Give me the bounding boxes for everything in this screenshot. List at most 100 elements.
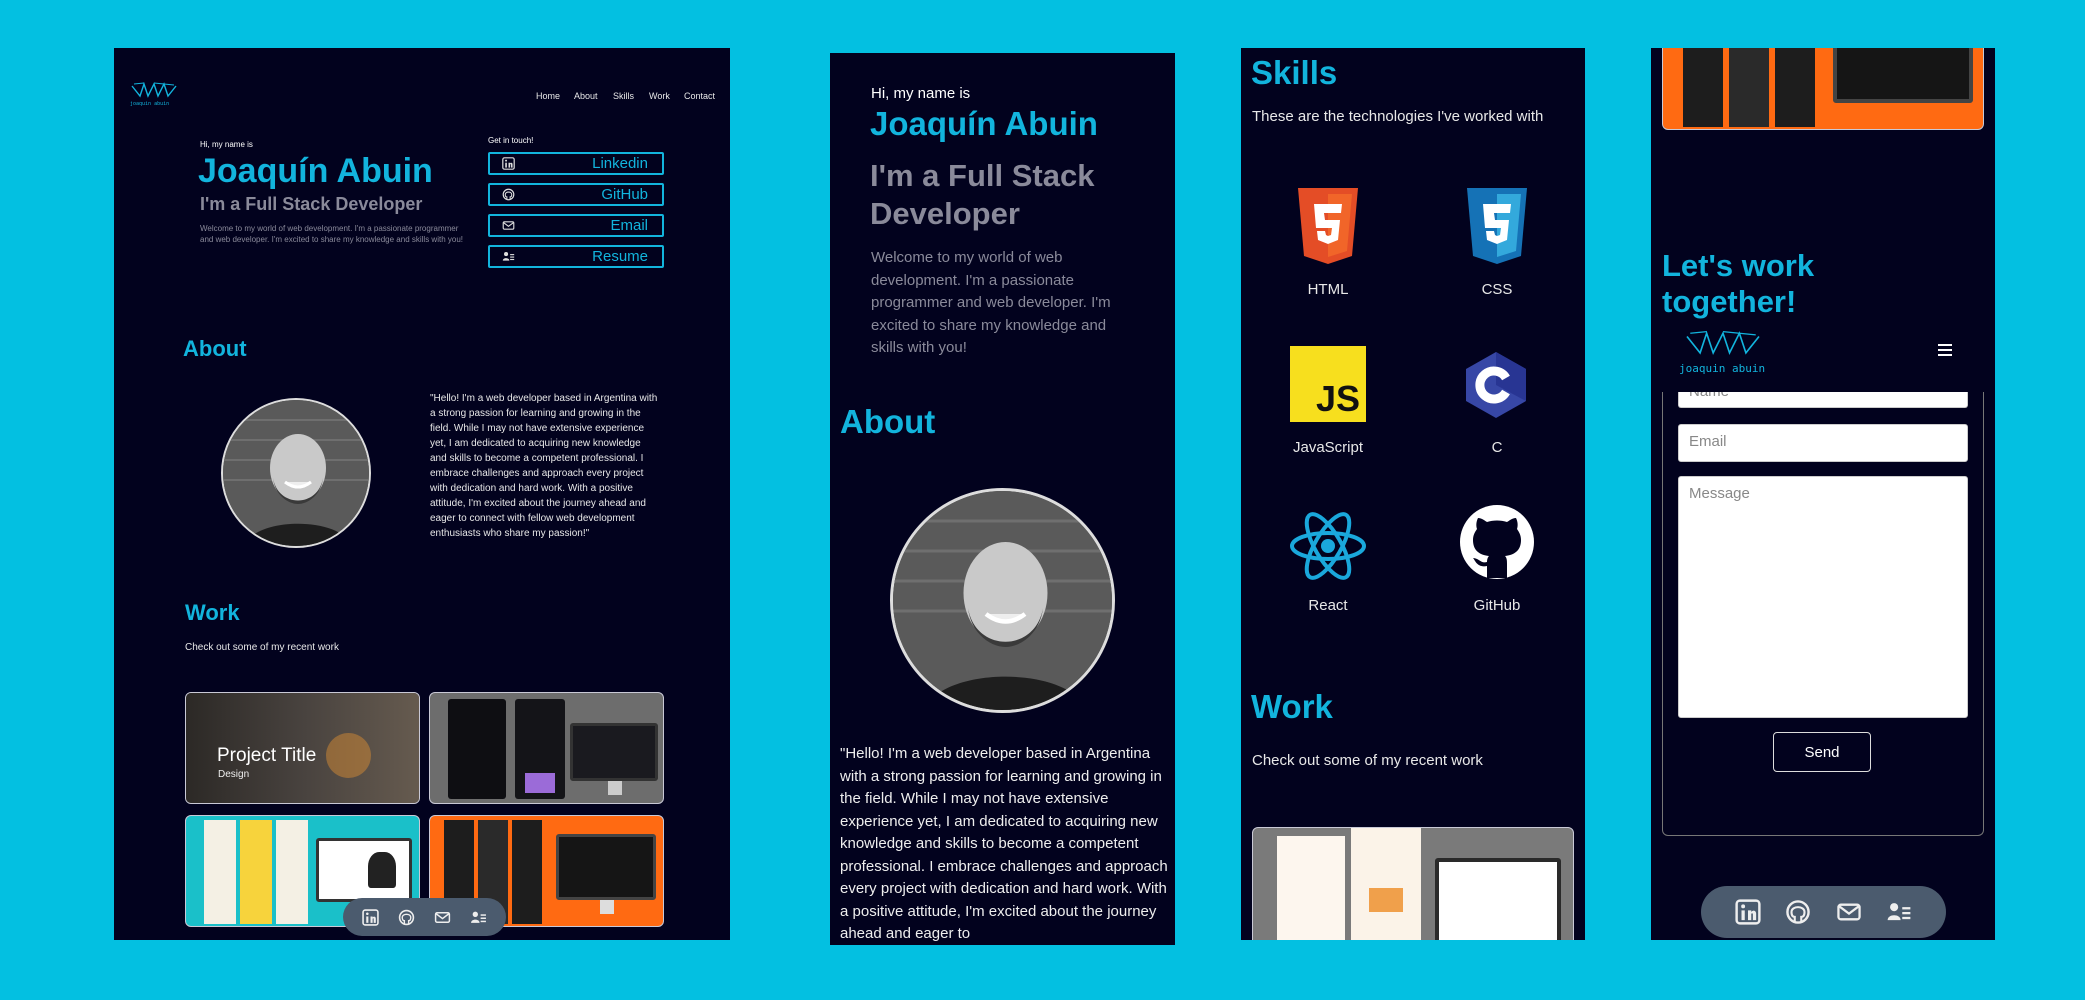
name-field[interactable]: Name [1678,392,1968,408]
hero-greeting: Hi, my name is [871,85,971,102]
linkedin-icon[interactable] [1735,899,1761,925]
phone-mockup-accent [1369,888,1403,912]
skills-title: Skills [1251,54,1338,91]
about-title: About [183,336,247,361]
linkedin-label: Linkedin [592,155,648,172]
project-card-category: Design [218,769,250,780]
dog-figure [368,852,396,888]
project-card-decoration [326,733,371,778]
linkedin-icon[interactable] [362,908,380,926]
phone-mockup [448,699,506,799]
phone-mockup [276,820,308,924]
site-logo[interactable]: joaquin abuin [1679,330,1767,375]
desktop-mockup-stand [600,900,614,914]
send-button[interactable]: Send [1773,732,1871,772]
hero-role: I'm a Full Stack Developer [870,158,1095,231]
email-button[interactable]: Email [488,214,664,237]
linkedin-icon [502,157,515,170]
hero-intro: Welcome to my world of web development. … [200,224,463,244]
hero-greeting: Hi, my name is [200,140,253,149]
profile-photo [890,488,1115,713]
work-title: Work [1251,688,1333,725]
mobile-contact-preview: Let's work together! joaquin abuin Name … [1651,48,1995,940]
nav-about[interactable]: About [574,91,598,101]
javascript-icon: JS [1290,346,1366,422]
phone-mockup [1775,48,1815,127]
social-bar [343,898,506,936]
site-logo[interactable]: joaquin abuin [130,82,178,107]
phone-mockup [512,820,542,924]
nav-contact[interactable]: Contact [684,91,715,101]
desktop-preview: joaquin abuin Home About Skills Work Con… [114,48,730,940]
github-button[interactable]: GitHub [488,183,664,206]
email-field[interactable]: Email [1678,424,1968,462]
resume-label: Resume [592,248,648,265]
profile-photo [221,398,371,548]
react-icon [1290,512,1366,580]
nav-home[interactable]: Home [536,91,560,101]
github-label: GitHub [601,186,648,203]
github-icon[interactable] [398,909,415,926]
css3-icon [1467,188,1527,264]
send-label: Send [1804,743,1840,761]
hero-name: Joaquín Abuin [198,152,433,190]
phone-mockup [240,820,272,924]
phone-mockup [1729,48,1769,127]
skill-label-css: CSS [1481,281,1513,298]
project-card[interactable] [1662,48,1984,130]
hero-intro: Welcome to my world of web development. … [871,249,1111,356]
logo-text: joaquin abuin [130,101,170,107]
project-card[interactable] [1252,827,1574,940]
project-card[interactable]: Project Title Design [185,692,420,804]
message-field[interactable]: Message [1678,476,1968,718]
desktop-mockup [1435,858,1561,940]
skill-label-c: C [1491,439,1503,456]
phone-mockup [1277,836,1345,940]
contact-title: Let's work together! [1662,248,1815,319]
phone-mockup [1683,48,1723,127]
skill-label-react: React [1308,597,1348,614]
mobile-skills-preview: Skills These are the technologies I've w… [1241,48,1585,940]
nav-work[interactable]: Work [649,91,670,101]
mobile-header: joaquin abuin [1651,330,1995,392]
nav-skills[interactable]: Skills [613,91,634,101]
work-title: Work [185,600,240,625]
hero-role: I'm a Full Stack Developer [200,194,423,214]
phone-mockup [204,820,236,924]
mobile-hero-preview: Hi, my name is Joaquín Abuin I'm a Full … [830,53,1175,945]
desktop-mockup-stand [608,781,622,795]
github-icon [502,188,515,201]
resume-icon[interactable] [470,909,487,926]
logo-mark-icon [1686,330,1760,356]
mail-icon[interactable] [1836,899,1862,925]
phone-mockup-accent [525,773,555,793]
touch-heading: Get in touch! [488,136,534,145]
c-language-icon [1466,352,1526,418]
about-text: "Hello! I'm a web developer based in Arg… [430,393,658,539]
work-subtitle: Check out some of my recent work [185,642,339,653]
logo-text: joaquin abuin [1679,362,1766,375]
resume-icon [502,252,515,261]
about-title: About [840,403,936,440]
desktop-mockup [316,838,412,902]
linkedin-button[interactable]: Linkedin [488,152,664,175]
email-placeholder: Email [1689,433,1727,450]
html5-icon [1298,188,1358,264]
hamburger-icon[interactable] [1938,344,1952,356]
github-icon [1460,505,1534,579]
resume-button[interactable]: Resume [488,245,664,268]
message-placeholder: Message [1689,485,1750,502]
email-label: Email [610,217,648,234]
skill-label-html: HTML [1307,281,1349,298]
github-icon[interactable] [1785,899,1811,925]
resume-icon[interactable] [1886,899,1912,925]
mail-icon[interactable] [434,909,451,926]
mail-icon [502,221,515,230]
work-subtitle: Check out some of my recent work [1252,752,1483,769]
name-placeholder: Name [1689,392,1729,400]
project-card[interactable] [429,692,664,804]
social-bar [1701,886,1946,938]
phone-mockup [1351,828,1421,940]
desktop-mockup [570,723,658,781]
hero-name: Joaquín Abuin [870,105,1098,142]
